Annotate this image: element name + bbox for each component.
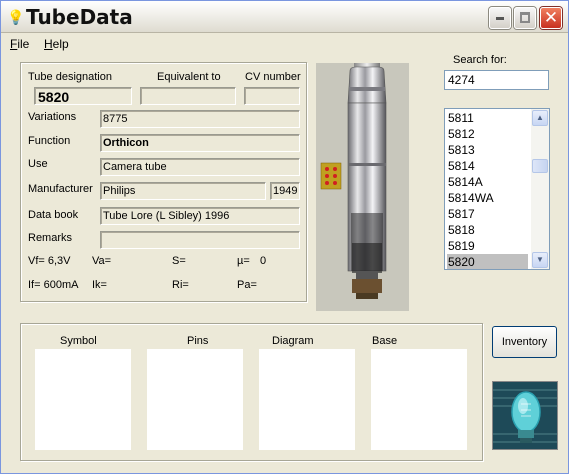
minimize-button[interactable] <box>489 7 511 29</box>
pa-value: Pa= <box>237 279 257 291</box>
ik-value: Ik= <box>92 279 107 291</box>
remarks-label: Remarks <box>28 232 73 244</box>
tube-list-item[interactable]: 5814WA <box>447 190 528 206</box>
scroll-down-icon: ▼ <box>536 255 544 264</box>
search-label: Search for: <box>453 54 507 66</box>
scroll-up-button[interactable]: ▲ <box>532 110 548 126</box>
menu-bar: File Help <box>1 34 568 54</box>
variations-field[interactable]: 8775 <box>100 110 300 128</box>
window-title: TubeData <box>26 5 133 29</box>
inventory-button[interactable]: Inventory <box>492 326 557 358</box>
databook-field[interactable]: Tube Lore (L Sibley) 1996 <box>100 207 300 225</box>
ri-value: Ri= <box>172 279 189 291</box>
databook-label: Data book <box>28 209 79 221</box>
designation-field[interactable]: 5820 <box>34 87 132 105</box>
close-button[interactable]: ✕ <box>540 7 562 29</box>
manufacturer-label: Manufacturer <box>28 183 93 195</box>
year-field[interactable]: 1949 <box>270 182 300 200</box>
tube-list-item[interactable]: 5811 <box>447 110 528 126</box>
tube-list-item[interactable]: 5812 <box>447 126 528 142</box>
menu-help-rest: elp <box>52 37 69 51</box>
app-lightbulb-icon: 💡 <box>7 9 25 25</box>
equivalent-field[interactable] <box>140 87 236 105</box>
tube-list-item[interactable]: 5814 <box>447 158 528 174</box>
equivalent-label: Equivalent to <box>157 71 221 83</box>
tube-logo <box>492 381 558 450</box>
vf-value: Vf= 6,3V <box>28 255 71 267</box>
scroll-up-icon: ▲ <box>536 113 544 122</box>
tube-list-item[interactable]: 5817 <box>447 206 528 222</box>
menu-help-accel: H <box>44 37 53 51</box>
use-field[interactable]: Camera tube <box>100 158 300 176</box>
manufacturer-field[interactable]: Philips <box>100 182 266 200</box>
base-panel <box>371 349 467 450</box>
function-field[interactable]: Orthicon <box>100 134 300 152</box>
minimize-icon <box>496 17 504 20</box>
menu-help[interactable]: Help <box>44 37 69 51</box>
mu-label: µ= <box>237 255 250 267</box>
tube-logo-drawing <box>493 382 557 449</box>
tube-list-item[interactable]: 5813 <box>447 142 528 158</box>
scroll-thumb[interactable] <box>532 159 548 173</box>
diagram-label: Diagram <box>272 335 314 347</box>
tube-list-item[interactable]: 5819 <box>447 238 528 254</box>
maximize-icon <box>520 12 530 23</box>
symbol-label: Symbol <box>60 335 97 347</box>
remarks-field[interactable] <box>100 231 300 249</box>
list-scrollbar[interactable]: ▲ ▼ <box>531 109 549 269</box>
title-bar[interactable]: 💡 TubeData ✕ <box>1 1 568 33</box>
close-icon: ✕ <box>543 8 559 27</box>
main-window: 💡 TubeData ✕ File Help Tube designation … <box>0 0 569 474</box>
va-value: Va= <box>92 255 112 267</box>
base-label: Base <box>372 335 398 347</box>
pins-panel <box>147 349 243 450</box>
tube-list-item[interactable]: 5818 <box>447 222 528 238</box>
use-label: Use <box>28 158 48 170</box>
menu-file[interactable]: File <box>10 37 29 51</box>
maximize-button[interactable] <box>514 7 536 29</box>
tube-photo-drawing <box>320 63 387 299</box>
diagram-panel <box>259 349 355 450</box>
cv-label: CV number <box>245 71 301 83</box>
tube-listbox[interactable]: 5811 5812 5813 5814 5814A 5814WA 5817 5818 5819 5… <box>444 108 550 270</box>
menu-file-rest: ile <box>17 37 30 51</box>
function-label: Function <box>28 135 71 147</box>
if-value: If= 600mA <box>28 279 79 291</box>
search-input[interactable]: 4274 <box>444 70 549 90</box>
tube-photo <box>316 63 409 311</box>
symbol-panel <box>35 349 131 450</box>
s-value: S= <box>172 255 186 267</box>
mu-value: 0 <box>260 255 267 267</box>
scroll-down-button[interactable]: ▼ <box>532 252 548 268</box>
cv-field[interactable] <box>244 87 300 105</box>
designation-label: Tube designation <box>28 71 112 83</box>
tube-list-item[interactable]: 5814A <box>447 174 528 190</box>
tube-list-item[interactable]: 5820 <box>447 254 528 269</box>
pins-label: Pins <box>187 335 209 347</box>
variations-label: Variations <box>28 111 77 123</box>
